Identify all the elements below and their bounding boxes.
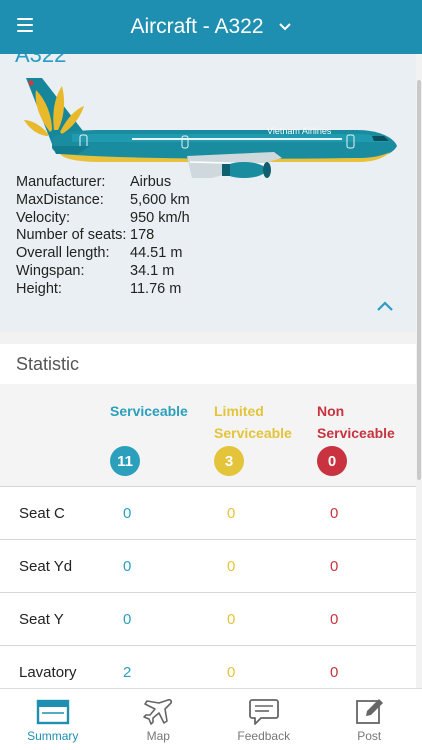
serviceable-value: 0 — [123, 557, 132, 575]
row-label: Seat Yd — [19, 557, 73, 575]
non-serviceable-value: 0 — [330, 610, 339, 628]
page-title: Aircraft - A322 — [130, 15, 264, 38]
scrollbar-thumb[interactable] — [417, 80, 421, 480]
non-serviceable-value: 0 — [330, 557, 339, 575]
feedback-chat-icon — [248, 699, 279, 725]
aircraft-card: A322 Vietnam Airlines Manufacturer: Airb… — [0, 54, 416, 332]
table-row[interactable]: Seat C 0 0 0 — [0, 486, 416, 539]
spec-value: 950 km/h — [130, 209, 190, 226]
serviceable-value: 2 — [123, 663, 132, 681]
limited-value: 0 — [227, 610, 236, 628]
spec-label: Number of seats: — [16, 227, 127, 244]
bottom-navigation: Summary Map Feedback Post — [0, 688, 422, 750]
spec-label: Velocity: — [16, 209, 70, 226]
row-label: Seat C — [19, 504, 65, 522]
nav-map-label: Map — [146, 729, 170, 743]
nav-feedback-label: Feedback — [237, 729, 291, 743]
spec-row: Wingspan: 34.1 m — [16, 263, 190, 281]
nav-map[interactable]: Map — [106, 689, 212, 750]
menu-icon[interactable] — [17, 18, 33, 32]
nav-post[interactable]: Post — [317, 689, 422, 750]
spec-label: Wingspan: — [16, 262, 85, 279]
summary-window-icon — [36, 699, 69, 725]
aircraft-specs: Manufacturer: Airbus MaxDistance: 5,600 … — [16, 174, 190, 299]
non-serviceable-column-header: Non Serviceable — [317, 403, 395, 441]
airplane-icon — [143, 698, 173, 725]
spec-label: Overall length: — [16, 245, 110, 262]
spec-label: MaxDistance: — [16, 191, 104, 208]
limited-serviceable-count-badge: 3 — [214, 446, 244, 476]
app-header: Aircraft - A322 — [0, 0, 422, 54]
limited-value: 0 — [227, 504, 236, 522]
statistic-table: Seat C 0 0 0 Seat Yd 0 0 0 Seat Y 0 0 0 … — [0, 486, 416, 688]
table-row[interactable]: Seat Y 0 0 0 — [0, 592, 416, 645]
aircraft-image: Vietnam Airlines — [24, 78, 397, 178]
spec-value: Airbus — [130, 174, 172, 190]
limited-value: 0 — [227, 663, 236, 681]
spec-row: Height: 11.76 m — [16, 281, 190, 299]
statistic-legend: Serviceable 11 Limited Serviceable 3 Non… — [0, 384, 416, 486]
aircraft-selector[interactable]: Aircraft - A322 — [130, 15, 291, 39]
serviceable-value: 0 — [123, 610, 132, 628]
spec-row: MaxDistance: 5,600 km — [16, 192, 190, 210]
nav-summary[interactable]: Summary — [0, 689, 106, 750]
spec-row: Manufacturer: Airbus — [16, 174, 190, 192]
nav-summary-label: Summary — [27, 729, 79, 743]
spec-value: 34.1 m — [130, 262, 175, 279]
nav-feedback[interactable]: Feedback — [211, 689, 317, 750]
statistic-section-title: Statistic — [0, 344, 416, 384]
spec-row: Overall length: 44.51 m — [16, 245, 190, 263]
spec-label: Height: — [16, 280, 62, 297]
chevron-down-icon — [278, 23, 291, 31]
serviceable-column-header: Serviceable — [110, 403, 188, 419]
row-label: Seat Y — [19, 610, 64, 628]
spec-value: 178 — [130, 227, 155, 244]
spec-value: 11.76 m — [130, 280, 182, 297]
edit-post-icon — [356, 699, 384, 724]
chevron-up-icon[interactable] — [375, 299, 395, 313]
row-label: Lavatory — [19, 663, 77, 681]
spec-value: 5,600 km — [130, 191, 190, 208]
serviceable-count-badge: 11 — [110, 446, 140, 476]
aircraft-name: A322 — [15, 54, 67, 67]
non-serviceable-value: 0 — [330, 663, 339, 681]
spec-row: Number of seats: 178 — [16, 227, 190, 245]
spec-value: 44.51 m — [130, 245, 183, 262]
non-serviceable-value: 0 — [330, 504, 339, 522]
spec-row: Velocity: 950 km/h — [16, 210, 190, 228]
limited-value: 0 — [227, 557, 236, 575]
non-serviceable-count-badge: 0 — [317, 446, 347, 476]
serviceable-value: 0 — [123, 504, 132, 522]
nav-post-label: Post — [357, 729, 382, 743]
table-row[interactable]: Seat Yd 0 0 0 — [0, 539, 416, 592]
scroll-content[interactable]: A322 Vietnam Airlines Manufacturer: Airb… — [0, 54, 416, 688]
table-row[interactable]: Lavatory 2 0 0 — [0, 645, 416, 688]
livery-text: Vietnam Airlines — [267, 126, 332, 136]
spec-label: Manufacturer: — [16, 174, 106, 190]
limited-serviceable-column-header: Limited Serviceable — [214, 403, 292, 441]
